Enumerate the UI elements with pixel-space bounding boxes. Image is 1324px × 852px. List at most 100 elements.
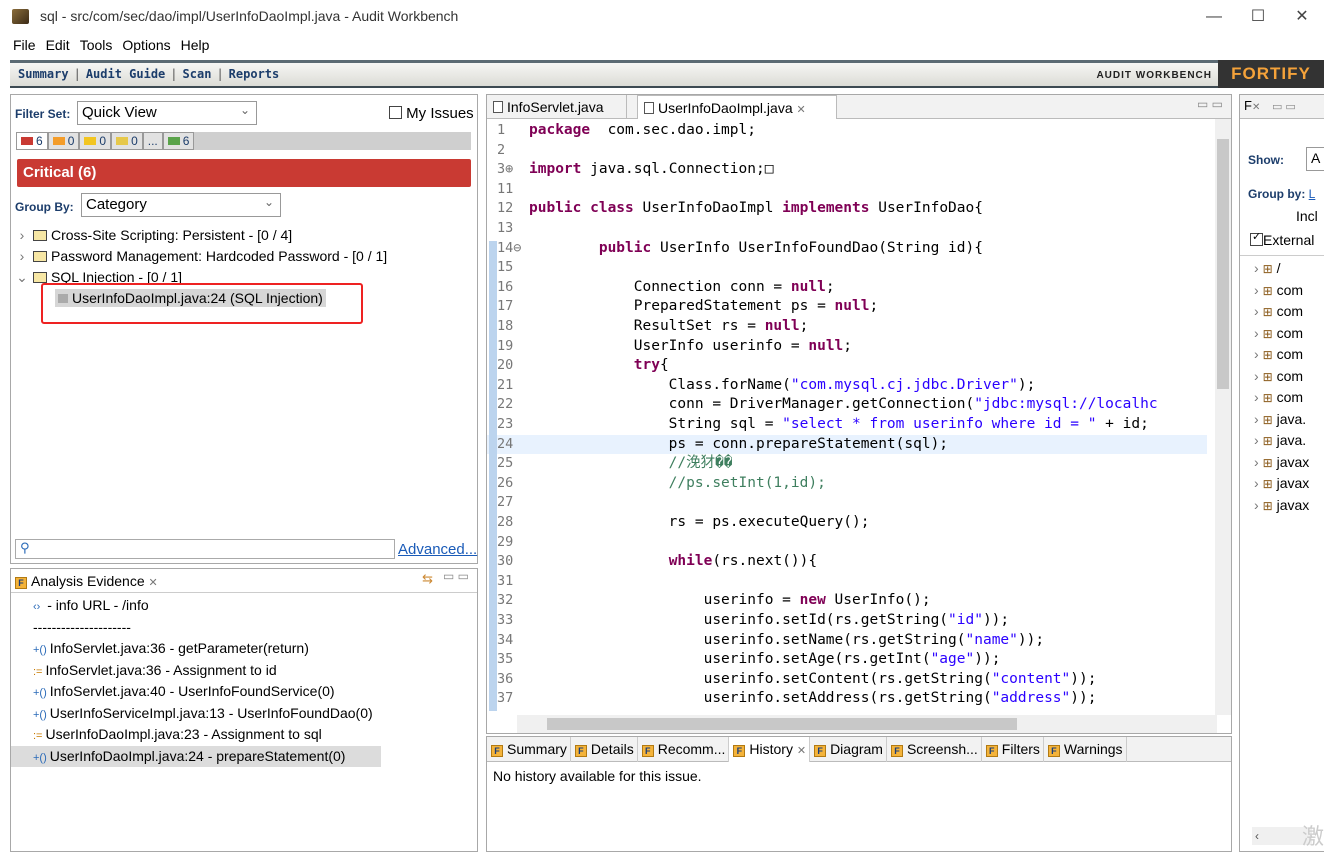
close-button[interactable]: ✕: [1280, 4, 1324, 30]
severity-tab-high[interactable]: 0: [47, 132, 80, 150]
code-line[interactable]: 15: [487, 258, 1207, 278]
severity-tab-all[interactable]: 6: [162, 132, 195, 150]
chevron-right-icon[interactable]: ›: [1254, 325, 1259, 341]
tab-infoservlet[interactable]: InfoServlet.java: [487, 95, 627, 119]
code-line[interactable]: 14⊖ public UserInfo UserInfoFoundDao(Str…: [487, 239, 1207, 259]
vertical-scrollbar[interactable]: [1215, 119, 1231, 715]
code-area[interactable]: 1 package com.sec.dao.impl; 2 3⊕ import java…: [487, 119, 1217, 715]
nav-reports-link[interactable]: Reports: [229, 67, 280, 81]
issue-search-input[interactable]: ⚲: [15, 539, 395, 559]
code-line[interactable]: 30 while(rs.next()){: [487, 552, 1207, 572]
my-issues-toggle[interactable]: My Issues: [389, 105, 474, 122]
minimize-button[interactable]: —: [1192, 4, 1236, 30]
nav-summary-link[interactable]: Summary: [18, 67, 69, 81]
close-icon[interactable]: ✕: [797, 104, 806, 116]
chevron-right-icon[interactable]: ›: [1254, 368, 1259, 384]
tab-details[interactable]: F Details: [571, 737, 638, 762]
nav-scan-link[interactable]: Scan: [183, 67, 212, 81]
group-by-link[interactable]: L: [1309, 187, 1316, 201]
package-item[interactable]: › ⊞ /: [1240, 258, 1324, 280]
evidence-row-selected[interactable]: +() UserInfoDaoImpl.java:24 - prepareStat…: [11, 745, 381, 767]
package-item[interactable]: › ⊞ javax: [1240, 452, 1324, 474]
code-line[interactable]: 21 Class.forName("com.mysql.cj.jdbc.Driv…: [487, 376, 1207, 396]
critical-folder-header[interactable]: Critical (6): [17, 159, 471, 187]
code-line[interactable]: 3⊕ import java.sql.Connection;□: [487, 160, 1207, 180]
menu-file[interactable]: File: [0, 34, 41, 53]
package-item[interactable]: › ⊞ com: [1240, 366, 1324, 388]
tab-recommendations[interactable]: F Recomm...: [638, 737, 730, 762]
package-item[interactable]: › ⊞ java.: [1240, 409, 1324, 431]
chevron-right-icon[interactable]: ›: [1254, 303, 1259, 319]
chevron-right-icon[interactable]: ›: [11, 225, 33, 246]
menu-help[interactable]: Help: [176, 34, 215, 53]
tree-issue-item[interactable]: UserInfoDaoImpl.java:24 (SQL Injection): [11, 283, 477, 324]
chevron-right-icon[interactable]: ›: [1254, 282, 1259, 298]
code-line[interactable]: 36 userinfo.setContent(rs.getString("con…: [487, 670, 1207, 690]
package-item[interactable]: › ⊞ javax: [1240, 473, 1324, 495]
group-by-select[interactable]: Category ⌄: [81, 193, 281, 217]
tab-diagram[interactable]: F Diagram: [810, 737, 887, 762]
code-line[interactable]: 23 String sql = "select * from userinfo …: [487, 415, 1207, 435]
code-line[interactable]: 13: [487, 219, 1207, 239]
external-toggle[interactable]: ✓ External: [1250, 231, 1314, 248]
evidence-row[interactable]: +() InfoServlet.java:40 - UserInfoFoundSe…: [11, 681, 477, 703]
evidence-row[interactable]: +() InfoServlet.java:36 - getParameter(re…: [11, 638, 477, 660]
tab-userinfodaoimpl[interactable]: UserInfoDaoImpl.java ✕: [637, 95, 837, 119]
minmax-icon[interactable]: ▭ ▭: [1272, 101, 1296, 113]
evidence-row[interactable]: := UserInfoDaoImpl.java:23 - Assignment t…: [11, 724, 477, 746]
code-line[interactable]: 17 PreparedStatement ps = null;: [487, 297, 1207, 317]
filter-set-select[interactable]: Quick View ⌄: [77, 101, 257, 125]
code-line[interactable]: 31: [487, 572, 1207, 592]
chevron-right-icon[interactable]: ›: [1254, 260, 1259, 276]
severity-tab-low[interactable]: 0: [111, 132, 143, 150]
severity-tab-critical[interactable]: 6: [16, 132, 48, 150]
code-line[interactable]: 32 userinfo = new UserInfo();: [487, 591, 1207, 611]
scroll-left-icon[interactable]: ‹: [1252, 829, 1259, 843]
minmax-icon[interactable]: ▭ ▭: [443, 569, 469, 583]
code-line[interactable]: 26 //ps.setInt(1,id);: [487, 474, 1207, 494]
external-checkbox[interactable]: ✓: [1250, 231, 1263, 246]
evidence-row[interactable]: := InfoServlet.java:36 - Assignment to id: [11, 660, 477, 682]
code-line[interactable]: 25 //浼犲��: [487, 454, 1207, 474]
advanced-search-link[interactable]: Advanced...: [398, 541, 477, 558]
code-line[interactable]: 20 try{: [487, 356, 1207, 376]
menu-edit[interactable]: Edit: [41, 34, 75, 53]
package-item[interactable]: › ⊞ java.: [1240, 430, 1324, 452]
chevron-right-icon[interactable]: ›: [1254, 454, 1259, 470]
code-line[interactable]: 35 userinfo.setAge(rs.getInt("age"));: [487, 650, 1207, 670]
package-item[interactable]: › ⊞ com: [1240, 280, 1324, 302]
close-icon[interactable]: ✕: [1252, 102, 1260, 113]
tab-summary[interactable]: F Summary: [487, 737, 571, 762]
maximize-button[interactable]: ☐: [1236, 4, 1280, 30]
my-issues-checkbox[interactable]: [389, 106, 402, 119]
horizontal-scrollbar[interactable]: [517, 715, 1217, 733]
tab-history[interactable]: F History ✕: [729, 737, 811, 762]
code-line[interactable]: 24 ps = conn.prepareStatement(sql);: [487, 434, 1207, 455]
minmax-icon[interactable]: ▭ ▭: [1197, 97, 1223, 111]
code-line[interactable]: 18 ResultSet rs = null;: [487, 317, 1207, 337]
menu-tools[interactable]: Tools: [75, 34, 118, 53]
close-icon[interactable]: ✕: [149, 577, 158, 589]
analysis-evidence-tab[interactable]: F Analysis Evidence ✕ ⇆ ▭ ▭: [11, 569, 477, 593]
code-line[interactable]: 22 conn = DriverManager.getConnection("j…: [487, 395, 1207, 415]
code-line[interactable]: 34 userinfo.setName(rs.getString("name")…: [487, 631, 1207, 651]
package-item[interactable]: › ⊞ com: [1240, 301, 1324, 323]
code-line[interactable]: 12 public class UserInfoDaoImpl implement…: [487, 199, 1207, 219]
chevron-right-icon[interactable]: ›: [1254, 497, 1259, 513]
code-line[interactable]: 37 userinfo.setAddress(rs.getString("add…: [487, 689, 1207, 709]
menu-options[interactable]: Options: [117, 34, 175, 53]
code-line[interactable]: 19 UserInfo userinfo = null;: [487, 337, 1207, 357]
severity-tab-medium[interactable]: 0: [79, 132, 112, 150]
close-icon[interactable]: ✕: [797, 745, 806, 757]
chevron-right-icon[interactable]: ›: [1254, 475, 1259, 491]
chevron-down-icon[interactable]: ⌄: [11, 267, 33, 288]
code-line[interactable]: 2: [487, 141, 1207, 161]
nav-audit-guide-link[interactable]: Audit Guide: [86, 67, 165, 81]
tab-screenshots[interactable]: F Screensh...: [887, 737, 982, 762]
chevron-right-icon[interactable]: ›: [1254, 411, 1259, 427]
evidence-row[interactable]: ‹› - info URL - /info: [11, 595, 477, 617]
tree-category-xss[interactable]: › Cross-Site Scripting: Persistent - [0 /…: [11, 225, 477, 246]
severity-tab-more[interactable]: ...: [142, 132, 163, 150]
code-line[interactable]: 33 userinfo.setId(rs.getString("id"));: [487, 611, 1207, 631]
code-line[interactable]: 16 Connection conn = null;: [487, 278, 1207, 298]
